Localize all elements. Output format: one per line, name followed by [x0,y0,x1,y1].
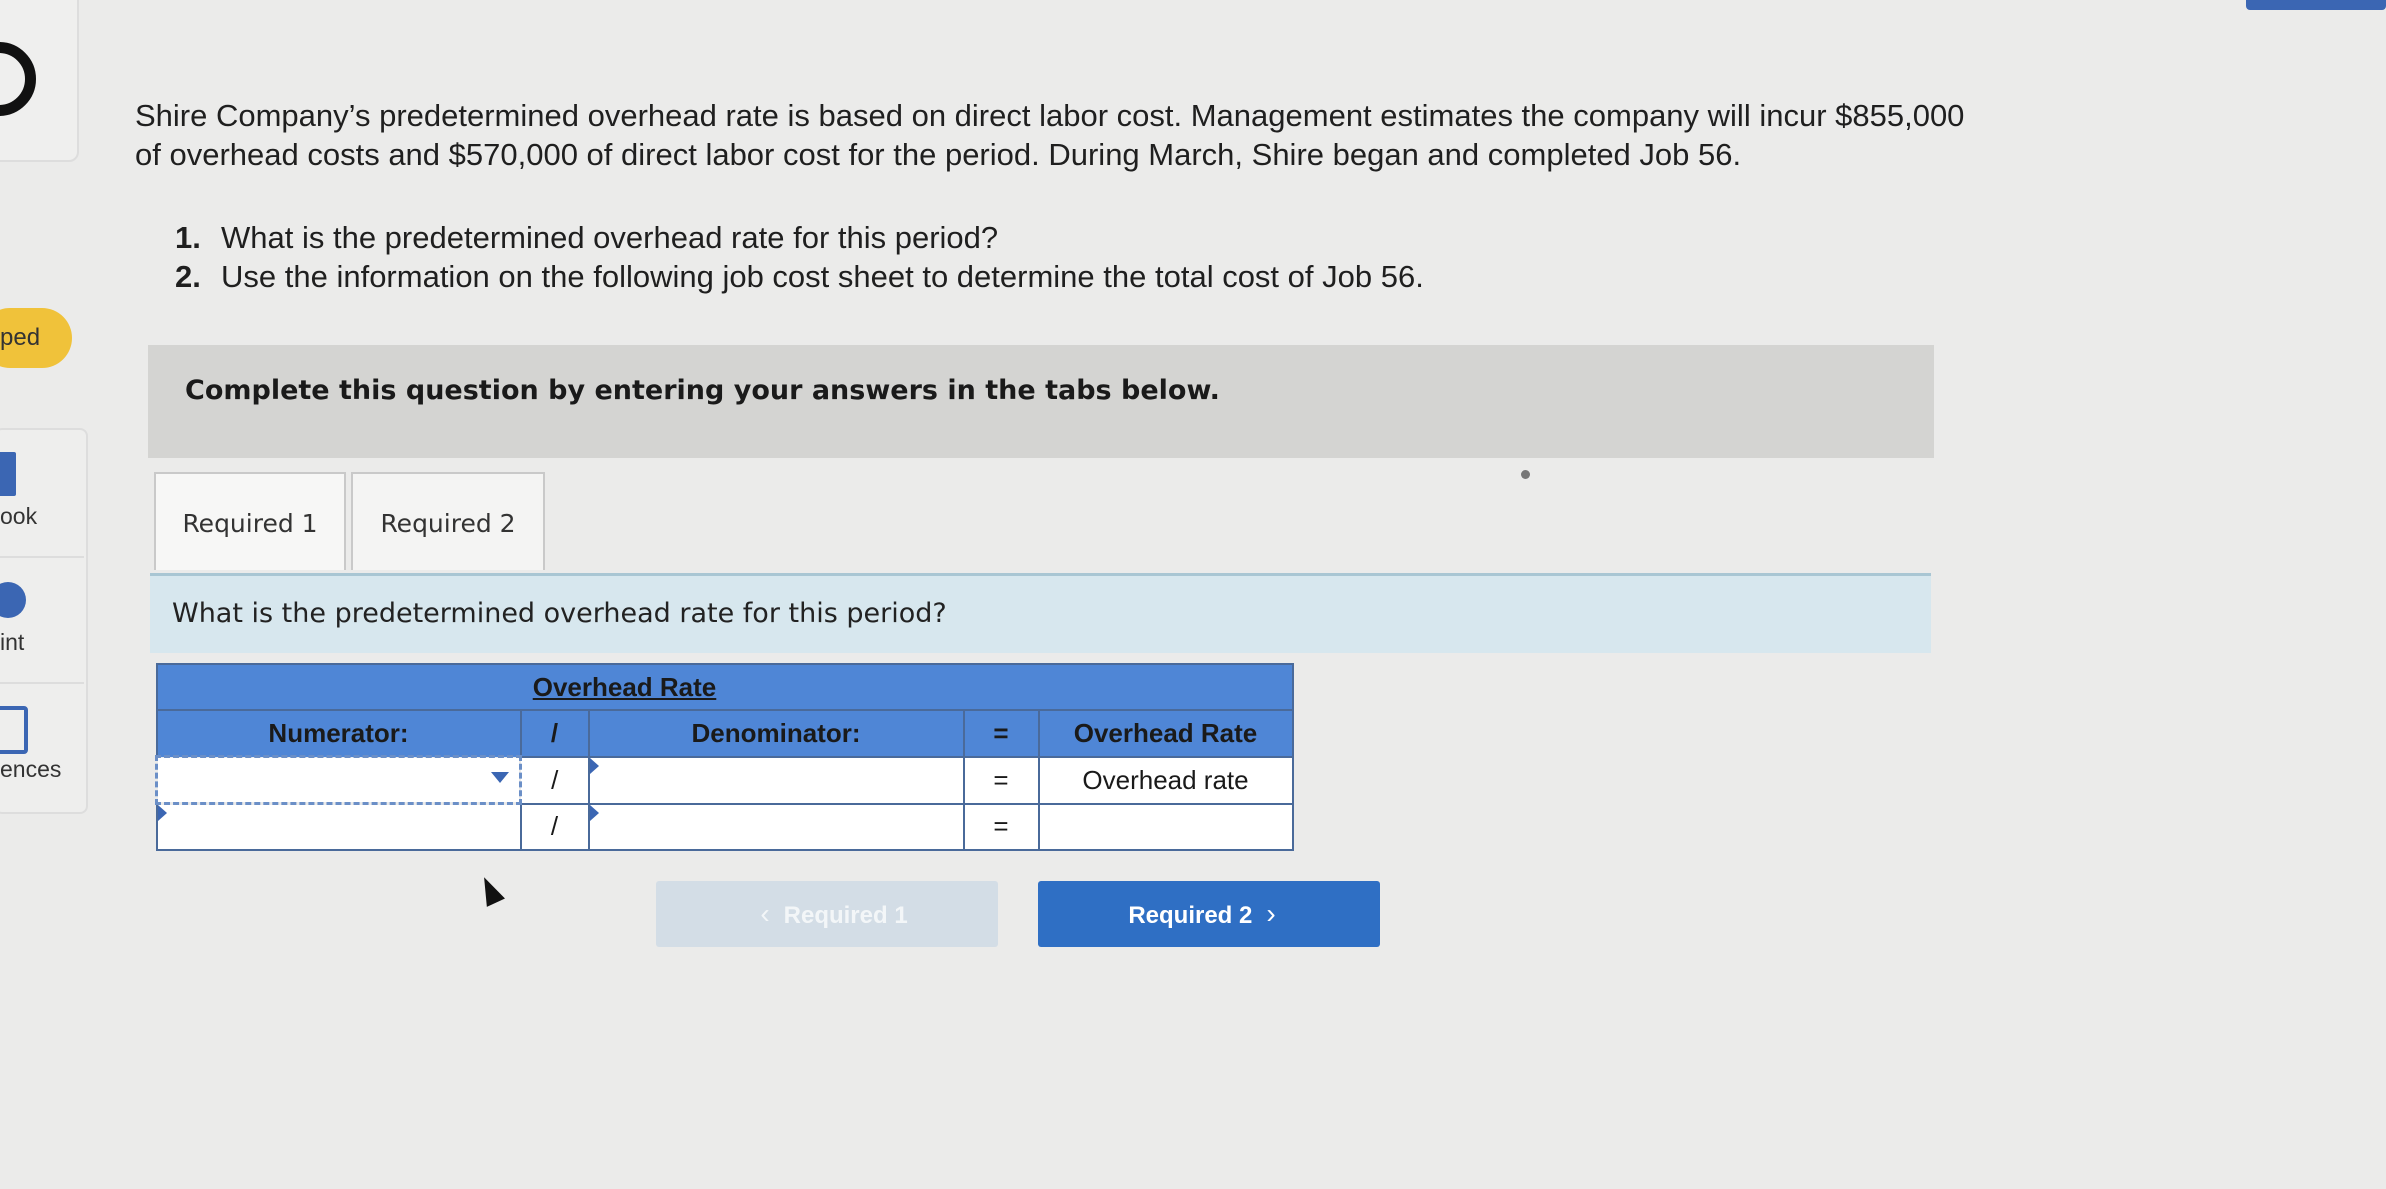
table-title: Overhead Rate [532,671,717,702]
divide-sign: / [519,755,590,805]
numerator-select[interactable] [155,755,522,805]
question-number: 2. [175,259,201,294]
prev-required-button[interactable]: ‹ Required 1 [656,881,998,947]
prev-button-label: Required 1 [783,902,908,929]
divide-sign: / [519,802,590,851]
denominator-input[interactable] [587,802,965,851]
header-overhead-rate: Overhead Rate [1037,709,1294,758]
question-item: 1. What is the predetermined overhead rat… [175,218,1424,257]
overhead-rate-table: Overhead Rate Numerator: / Denominator: … [155,663,1294,851]
banner-text: Complete this question by entering your … [185,375,1220,406]
tab-required-2[interactable]: Required 2 [351,472,545,570]
problem-intro: Shire Company’s predetermined overhead r… [135,96,2135,174]
next-required-button[interactable]: Required 2 › [1038,881,1380,947]
numerator-input[interactable] [155,802,522,851]
header-divide: / [519,709,590,758]
question-bar: What is the predetermined overhead rate … [150,573,1931,653]
question-text: What is the predetermined overhead rate … [221,220,999,255]
top-right-bar [2246,0,2386,10]
question-number: 1. [175,220,201,255]
chevron-down-icon[interactable] [491,772,509,783]
question-text: Use the information on the following job… [221,259,1424,294]
input-flag-icon [589,804,599,821]
sidebar-item-references[interactable]: ences [0,756,61,783]
sidebar-divider [0,556,84,558]
input-flag-icon [157,805,167,821]
ebook-icon[interactable] [0,452,16,496]
intro-line: of overhead costs and $570,000 of direct… [135,137,1742,172]
denominator-select[interactable] [587,755,965,805]
tab-required-1[interactable]: Required 1 [154,472,346,570]
header-denominator: Denominator: [587,709,965,758]
question-item: 2. Use the information on the following j… [175,257,1424,296]
references-icon[interactable] [0,706,28,754]
mouse-cursor-icon [475,873,505,907]
header-equals: = [962,709,1040,758]
equals-sign: = [962,802,1040,851]
result-label: Overhead rate [1037,755,1294,805]
intro-line: Shire Company’s predetermined overhead r… [135,98,1965,133]
left-sidebar: ped ook int ences [0,0,88,1189]
sidebar-divider [0,682,84,684]
table-title-cell: Overhead Rate [155,663,1294,711]
table-row: / = Overhead rate [155,755,1294,805]
sidebar-item-print[interactable]: int [0,629,24,656]
chevron-right-icon: › [1266,898,1276,929]
chevron-left-icon: ‹ [760,898,770,929]
sidebar-item-ebook[interactable]: ook [0,503,37,530]
question-list: 1. What is the predetermined overhead rat… [175,218,1424,296]
header-numerator: Numerator: [155,709,522,758]
sidebar-pill-skipped[interactable]: ped [0,308,72,368]
overhead-rate-input[interactable] [1037,802,1294,851]
input-flag-icon [589,757,599,774]
table-row: / = [155,802,1294,851]
equals-sign: = [962,755,1040,805]
stray-dot [1521,470,1530,479]
next-button-label: Required 2 [1128,902,1253,929]
question-bar-text: What is the predetermined overhead rate … [172,598,947,629]
instruction-banner: Complete this question by entering your … [148,345,1934,458]
